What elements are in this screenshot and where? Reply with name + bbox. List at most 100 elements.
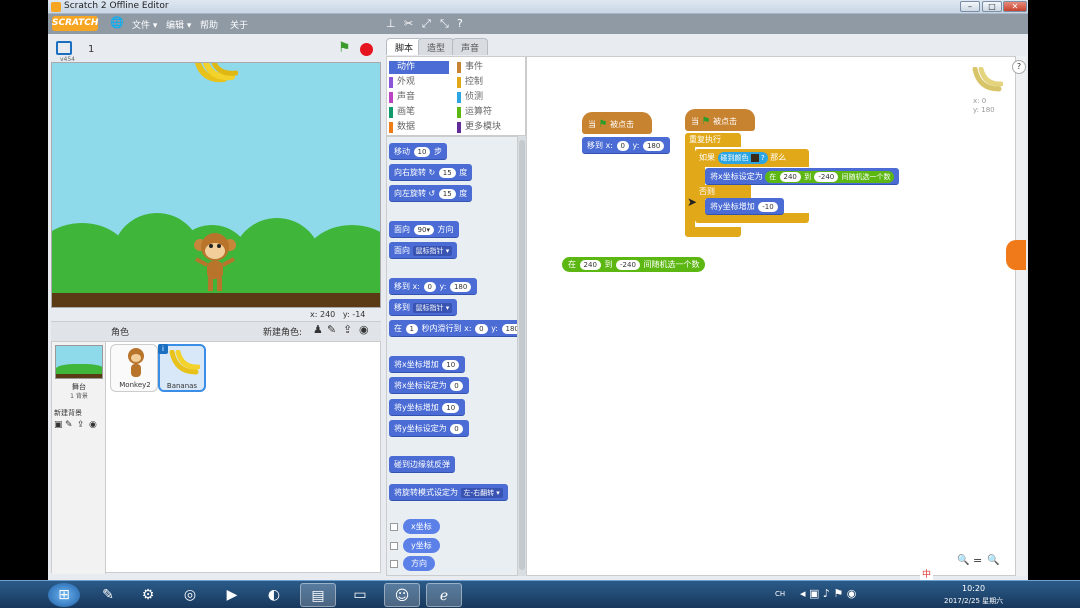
tab-costumes[interactable]: 造型 bbox=[418, 38, 455, 55]
block-move-steps[interactable]: 移动 10 步 bbox=[389, 143, 448, 160]
category-data[interactable]: 数据 bbox=[389, 121, 453, 134]
script2-change-y[interactable]: 将y坐标增加 -10 bbox=[705, 198, 784, 215]
script1-goto-xy[interactable]: 移到 x: 0 y: 180 bbox=[582, 137, 671, 154]
scratch-logo[interactable]: SCRATCH bbox=[52, 16, 98, 31]
upload-icon[interactable]: ⇪ bbox=[343, 323, 352, 336]
tab-scripts[interactable]: 脚本 bbox=[386, 38, 423, 55]
block-turn-right[interactable]: 向右旋转 ↻ 15 度 bbox=[389, 164, 473, 181]
script2-set-x-random[interactable]: 将x坐标设定为 在 240 到 -240 间随机选一个数 bbox=[705, 168, 900, 185]
chrome-icon[interactable]: ◎ bbox=[172, 583, 208, 607]
menu-file[interactable]: 文件 ▾ bbox=[132, 18, 157, 31]
folder-icon[interactable]: ▤ bbox=[300, 583, 336, 607]
category-events[interactable]: 事件 bbox=[457, 61, 521, 74]
backdrop-upload-icon[interactable]: ⇪ bbox=[77, 420, 85, 430]
block-rotation-style[interactable]: 将旋转模式设定为 左-右翻转 ▾ bbox=[389, 484, 508, 501]
block-point-direction[interactable]: 面向 90▾ 方向 bbox=[389, 221, 459, 238]
checkbox-direction[interactable] bbox=[390, 560, 398, 568]
paint-brush-icon[interactable]: ✎ bbox=[327, 323, 336, 336]
checkbox-y[interactable] bbox=[390, 542, 398, 550]
block-turn-left[interactable]: 向左旋转 ↺ 15 度 bbox=[389, 185, 473, 202]
zoom-out-icon[interactable]: 🔍 bbox=[957, 555, 969, 566]
block-set-x[interactable]: 将x坐标设定为 0 bbox=[389, 377, 469, 394]
grow-icon[interactable]: ⤢ bbox=[422, 17, 431, 31]
menu-help[interactable]: 帮助 bbox=[200, 18, 218, 31]
forever-block[interactable]: 重复执行 bbox=[685, 133, 741, 147]
hat-when-flag-clicked-1[interactable]: 当 ⚑ 被点击 bbox=[582, 112, 652, 134]
current-sprite-x: x: 0 bbox=[973, 97, 987, 105]
if-else-block[interactable]: 如果 碰到颜色 ? 那么 bbox=[695, 149, 809, 167]
stage-thumbnail[interactable] bbox=[55, 345, 103, 379]
duplicate-stamp-icon[interactable]: ⊥ bbox=[386, 17, 396, 30]
monkey-sprite[interactable] bbox=[192, 231, 238, 293]
category-sensing[interactable]: 侦测 bbox=[457, 91, 521, 104]
backdrop-camera-icon[interactable]: ◉ bbox=[89, 420, 97, 430]
help-circle-icon[interactable]: ? bbox=[1012, 60, 1026, 74]
block-change-x[interactable]: 将x坐标增加 10 bbox=[389, 356, 466, 373]
globe-icon[interactable]: 🌐 bbox=[110, 16, 124, 29]
touching-color-condition: 碰到颜色 ? bbox=[717, 151, 768, 164]
info-icon[interactable]: i bbox=[158, 344, 168, 354]
block-help-icon[interactable]: ? bbox=[457, 17, 463, 30]
reporter-x-position[interactable]: x坐标 bbox=[403, 519, 440, 534]
start-button[interactable]: ⊞ bbox=[48, 583, 80, 607]
block-goto-xy[interactable]: 移到 x: 0 y: 180 bbox=[389, 278, 478, 295]
menu-bar: SCRATCH 🌐 文件 ▾ 编辑 ▾ 帮助 关于 ⊥ ✂ ⤢ ⤡ ? bbox=[48, 14, 1028, 34]
tray-icons[interactable]: ◂ ▣ ♪ ⚑ ◉ bbox=[800, 587, 856, 600]
backdrop-library-icon[interactable]: ▣ bbox=[54, 420, 63, 430]
category-operators[interactable]: 运算符 bbox=[457, 106, 521, 119]
checkbox-x[interactable] bbox=[390, 523, 398, 531]
tab-sounds[interactable]: 声音 bbox=[452, 38, 489, 55]
bananas-sprite[interactable] bbox=[194, 62, 238, 85]
sprite-thumb-monkey2[interactable]: Monkey2 bbox=[110, 344, 158, 392]
taskbar-app-icon[interactable]: ⚙ bbox=[130, 583, 166, 607]
menu-edit[interactable]: 编辑 ▾ bbox=[166, 18, 191, 31]
sprite-thumb-bananas[interactable]: i Bananas bbox=[158, 344, 206, 392]
block-point-towards[interactable]: 面向 鼠标指针 ▾ bbox=[389, 242, 458, 259]
fullscreen-icon[interactable] bbox=[56, 41, 72, 55]
stop-icon[interactable] bbox=[360, 43, 373, 56]
language-indicator[interactable]: CH bbox=[775, 590, 785, 598]
player-icon[interactable]: ▶ bbox=[214, 583, 250, 607]
browser-icon[interactable]: ◐ bbox=[256, 583, 292, 607]
block-set-y[interactable]: 将y坐标设定为 0 bbox=[389, 420, 469, 437]
window-icon[interactable]: ▭ bbox=[342, 583, 378, 607]
minimize-button[interactable]: – bbox=[960, 1, 980, 12]
script-area-scrollbar[interactable]: ? bbox=[1006, 56, 1026, 576]
block-glide[interactable]: 在 1 秒内滑行到 x: 0 y: 180 bbox=[389, 320, 517, 337]
block-bounce[interactable]: 碰到边缘就反弹 bbox=[389, 456, 455, 473]
category-pen[interactable]: 画笔 bbox=[389, 106, 453, 119]
block-goto-target[interactable]: 移到 鼠标指针 ▾ bbox=[389, 299, 458, 316]
category-control[interactable]: 控制 bbox=[457, 76, 521, 89]
reporter-y-position[interactable]: y坐标 bbox=[403, 538, 440, 553]
backdrop-paint-icon[interactable]: ✎ bbox=[65, 420, 73, 430]
shrink-icon[interactable]: ⤡ bbox=[440, 17, 449, 31]
category-motion[interactable]: 动作 bbox=[389, 61, 449, 74]
menu-about[interactable]: 关于 bbox=[230, 18, 248, 31]
flag-icon: ⚑ bbox=[598, 119, 608, 130]
clock-time[interactable]: 10:20 bbox=[962, 584, 985, 593]
scratch-taskbar-icon[interactable]: ☺ bbox=[384, 583, 420, 607]
reporter-direction[interactable]: 方向 bbox=[403, 556, 435, 571]
scripts-area[interactable]: 当 ⚑ 被点击 移到 x: 0 y: 180 当 ⚑ 被点击 重复执行 如果 碰… bbox=[526, 56, 1016, 576]
delete-scissors-icon[interactable]: ✂ bbox=[404, 17, 413, 30]
hat-when-flag-clicked-2[interactable]: 当 ⚑ 被点击 bbox=[685, 109, 755, 131]
choose-sprite-icon[interactable]: ♟ bbox=[313, 323, 323, 336]
green-flag-icon[interactable]: ⚑ bbox=[338, 40, 351, 56]
taskbar-app-icon[interactable]: ✎ bbox=[90, 583, 126, 607]
category-looks[interactable]: 外观 bbox=[389, 76, 453, 89]
loose-random-operator[interactable]: 在 240 到 -240 间随机选一个数 bbox=[562, 257, 706, 272]
side-tab[interactable] bbox=[1006, 240, 1026, 270]
zoom-in-icon[interactable]: 🔍 bbox=[987, 555, 999, 566]
block-change-y[interactable]: 将y坐标增加 10 bbox=[389, 399, 466, 416]
stage-canvas[interactable] bbox=[51, 62, 381, 308]
close-button[interactable]: ✕ bbox=[1003, 1, 1027, 12]
ie-icon[interactable]: ℯ bbox=[426, 583, 462, 607]
ime-indicator[interactable]: 中 bbox=[920, 567, 934, 580]
camera-icon[interactable]: ◉ bbox=[359, 323, 369, 336]
else-label: 否则 bbox=[695, 185, 751, 199]
category-sound[interactable]: 声音 bbox=[389, 91, 453, 104]
category-more-blocks[interactable]: 更多模块 bbox=[457, 121, 521, 134]
palette-scrollbar[interactable] bbox=[518, 136, 526, 576]
zoom-reset-icon[interactable]: = bbox=[973, 554, 982, 567]
maximize-button[interactable]: □ bbox=[982, 1, 1002, 12]
